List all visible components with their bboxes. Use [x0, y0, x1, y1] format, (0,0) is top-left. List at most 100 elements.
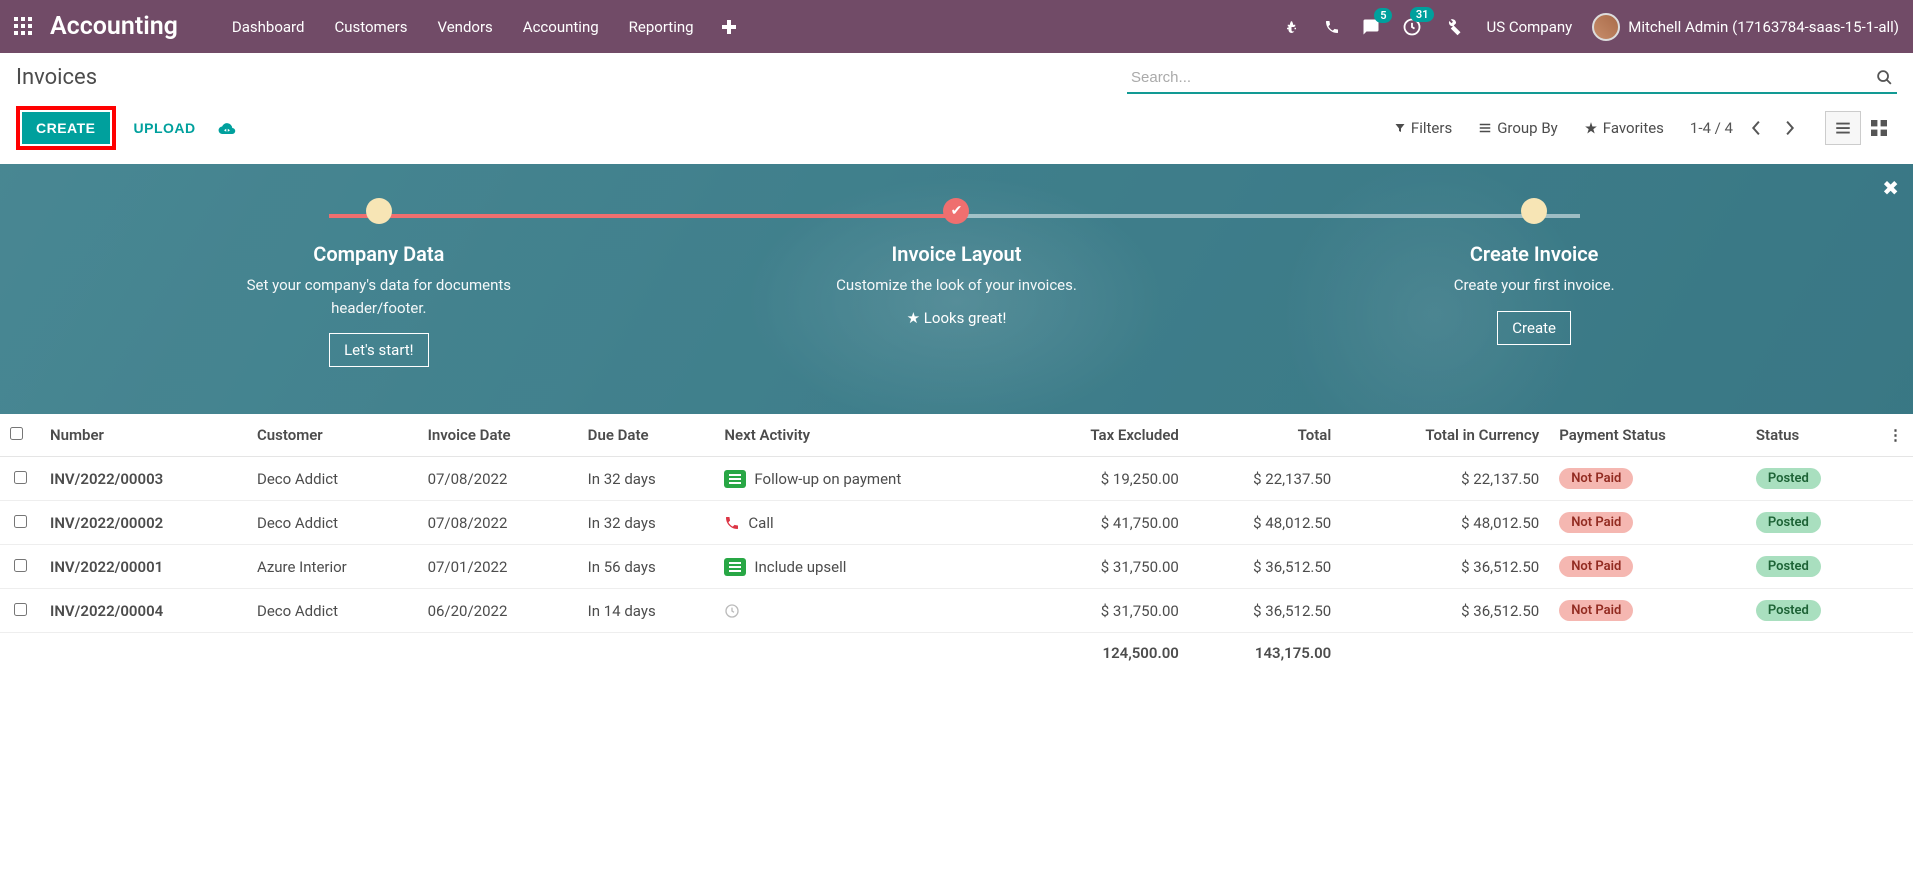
- pager-prev-icon[interactable]: [1747, 116, 1766, 140]
- sum-total: 143,175.00: [1189, 633, 1341, 674]
- activities-badge: 31: [1410, 7, 1435, 22]
- cell-customer: Azure Interior: [247, 545, 418, 589]
- user-menu[interactable]: Mitchell Admin (17163784-saas-15-1-all): [1592, 13, 1899, 41]
- upload-cloud-icon[interactable]: [218, 120, 236, 136]
- step-extra: ★ Looks great!: [786, 309, 1126, 327]
- favorites-menu[interactable]: Favorites: [1584, 119, 1664, 137]
- cell-activity[interactable]: Follow-up on payment: [714, 457, 1020, 501]
- menu-vendors[interactable]: Vendors: [423, 10, 506, 44]
- activity-lines-icon: [724, 470, 746, 488]
- step-dot: [1521, 198, 1547, 224]
- step-title: Invoice Layout: [786, 242, 1126, 266]
- activities-icon[interactable]: 31: [1398, 13, 1426, 41]
- menu-add-icon[interactable]: [708, 12, 750, 42]
- col-number[interactable]: Number: [40, 414, 247, 457]
- row-checkbox[interactable]: [14, 603, 27, 616]
- step-dot: ✔: [943, 198, 969, 224]
- sum-tax-excl: 124,500.00: [1020, 633, 1189, 674]
- select-all-checkbox[interactable]: [10, 427, 23, 440]
- cell-tax-excl: $ 41,750.00: [1020, 501, 1189, 545]
- step-button[interactable]: Create: [1497, 311, 1571, 345]
- company-switch[interactable]: US Company: [1486, 18, 1572, 36]
- cell-total-curr: $ 36,512.50: [1341, 589, 1549, 633]
- menu-reporting[interactable]: Reporting: [615, 10, 708, 44]
- activity-lines-icon: [724, 558, 746, 576]
- filters-menu[interactable]: Filters: [1394, 119, 1452, 137]
- cell-due-date: In 32 days: [578, 457, 715, 501]
- cell-activity[interactable]: Include upsell: [714, 545, 1020, 589]
- avatar: [1592, 13, 1620, 41]
- cell-number: INV/2022/00004: [40, 589, 247, 633]
- cell-total-curr: $ 22,137.50: [1341, 457, 1549, 501]
- col-total-curr[interactable]: Total in Currency: [1341, 414, 1549, 457]
- cell-invoice-date: 06/20/2022: [418, 589, 578, 633]
- phone-icon[interactable]: [1320, 15, 1344, 39]
- col-invoice-date[interactable]: Invoice Date: [418, 414, 578, 457]
- activity-phone-icon: [724, 515, 740, 531]
- onboarding-step-1: ✔ Invoice Layout Customize the look of you…: [786, 198, 1126, 327]
- col-customer[interactable]: Customer: [247, 414, 418, 457]
- view-list-icon[interactable]: [1825, 111, 1861, 145]
- cell-customer: Deco Addict: [247, 457, 418, 501]
- col-pay[interactable]: Payment Status: [1549, 414, 1746, 457]
- table-row[interactable]: INV/2022/00003Deco Addict07/08/2022In 32…: [0, 457, 1913, 501]
- col-status[interactable]: Status: [1746, 414, 1878, 457]
- cell-total: $ 36,512.50: [1189, 545, 1341, 589]
- col-total[interactable]: Total: [1189, 414, 1341, 457]
- menu-accounting[interactable]: Accounting: [509, 10, 613, 44]
- brand[interactable]: Accounting: [50, 12, 178, 41]
- col-options-icon[interactable]: ⋮: [1878, 414, 1913, 457]
- cell-status: Posted: [1746, 589, 1878, 633]
- cell-customer: Deco Addict: [247, 589, 418, 633]
- messages-icon[interactable]: 5: [1358, 14, 1384, 40]
- cell-pay: Not Paid: [1549, 457, 1746, 501]
- onboarding-step-2: Create InvoiceCreate your first invoice.…: [1364, 198, 1704, 345]
- tools-icon[interactable]: [1440, 14, 1466, 40]
- cell-total-curr: $ 36,512.50: [1341, 545, 1549, 589]
- cell-invoice-date: 07/01/2022: [418, 545, 578, 589]
- cell-status: Posted: [1746, 501, 1878, 545]
- apps-icon[interactable]: [14, 17, 34, 37]
- cell-due-date: In 56 days: [578, 545, 715, 589]
- cell-number: INV/2022/00003: [40, 457, 247, 501]
- row-checkbox[interactable]: [14, 471, 27, 484]
- cell-activity[interactable]: Call: [714, 501, 1020, 545]
- search-input[interactable]: [1127, 63, 1897, 94]
- cell-activity[interactable]: [714, 589, 1020, 633]
- user-name: Mitchell Admin (17163784-saas-15-1-all): [1628, 18, 1899, 36]
- cell-total: $ 48,012.50: [1189, 501, 1341, 545]
- create-button[interactable]: CREATE: [22, 112, 110, 144]
- table-row[interactable]: INV/2022/00002Deco Addict07/08/2022In 32…: [0, 501, 1913, 545]
- groupby-menu[interactable]: Group By: [1478, 119, 1558, 137]
- cell-tax-excl: $ 31,750.00: [1020, 589, 1189, 633]
- pager-range[interactable]: 1-4 / 4: [1690, 119, 1733, 137]
- menu-dashboard[interactable]: Dashboard: [218, 10, 319, 44]
- col-due-date[interactable]: Due Date: [578, 414, 715, 457]
- col-tax-excl[interactable]: Tax Excluded: [1020, 414, 1189, 457]
- step-desc: Create your first invoice.: [1394, 274, 1674, 297]
- highlight-create: CREATE: [16, 106, 116, 150]
- cell-total: $ 22,137.50: [1189, 457, 1341, 501]
- menu-customers[interactable]: Customers: [320, 10, 421, 44]
- breadcrumb: Invoices: [16, 63, 97, 92]
- table-row[interactable]: INV/2022/00004Deco Addict06/20/2022In 14…: [0, 589, 1913, 633]
- view-kanban-icon[interactable]: [1861, 111, 1897, 145]
- cell-tax-excl: $ 19,250.00: [1020, 457, 1189, 501]
- debug-icon[interactable]: [1280, 14, 1306, 40]
- cell-invoice-date: 07/08/2022: [418, 501, 578, 545]
- col-next-activity[interactable]: Next Activity: [714, 414, 1020, 457]
- cell-tax-excl: $ 31,750.00: [1020, 545, 1189, 589]
- step-dot: [366, 198, 392, 224]
- step-desc: Customize the look of your invoices.: [816, 274, 1096, 297]
- row-checkbox[interactable]: [14, 559, 27, 572]
- pager-next-icon[interactable]: [1780, 116, 1799, 140]
- search-icon[interactable]: [1876, 69, 1893, 86]
- upload-button[interactable]: UPLOAD: [124, 112, 206, 144]
- row-checkbox[interactable]: [14, 515, 27, 528]
- totals-row: 124,500.00 143,175.00: [0, 633, 1913, 674]
- cell-pay: Not Paid: [1549, 589, 1746, 633]
- activity-clock-icon: [724, 603, 740, 619]
- cell-total: $ 36,512.50: [1189, 589, 1341, 633]
- step-button[interactable]: Let's start!: [329, 333, 428, 367]
- table-row[interactable]: INV/2022/00001Azure Interior07/01/2022In…: [0, 545, 1913, 589]
